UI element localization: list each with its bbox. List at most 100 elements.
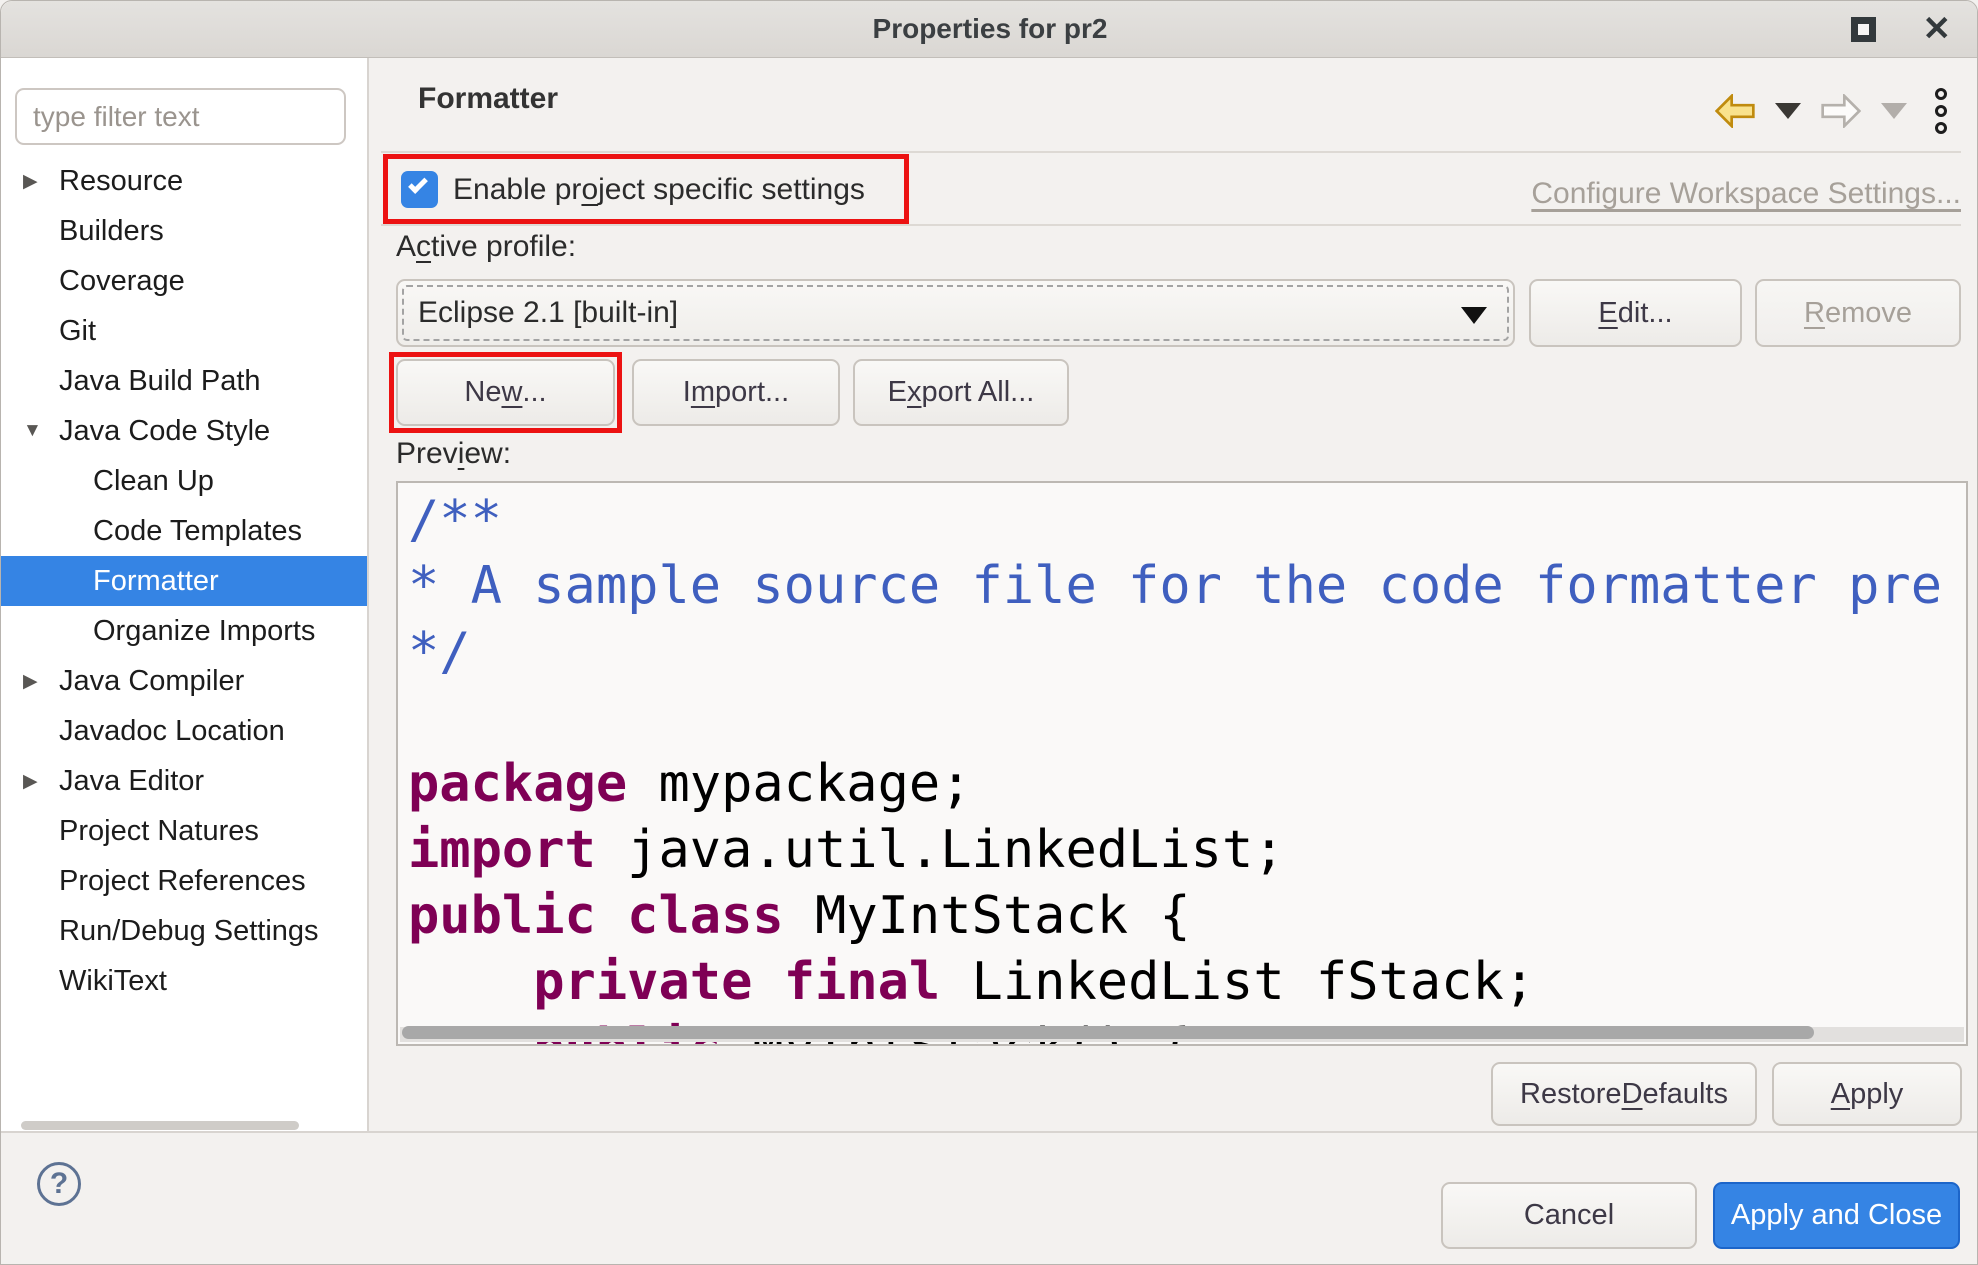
window-title: Properties for pr2 <box>1 13 1978 45</box>
filter-input[interactable] <box>15 88 346 145</box>
sidebar-item-label: Project References <box>59 865 306 898</box>
formatter-preview: /** * A sample source file for the code … <box>396 481 1968 1046</box>
code-token-keyword: package <box>408 754 627 814</box>
sidebar-item-java-build-path[interactable]: Java Build Path <box>1 356 367 406</box>
active-profile-label: Active profile: <box>396 230 576 264</box>
sidebar-item-coverage[interactable]: Coverage <box>1 256 367 306</box>
view-menu-icon[interactable] <box>1935 88 1947 134</box>
active-profile-value: Eclipse 2.1 [built-in] <box>418 296 678 330</box>
configure-workspace-settings-link[interactable]: Configure Workspace Settings... <box>1531 177 1961 211</box>
sidebar-item-resource[interactable]: ▶ Resource <box>1 156 367 206</box>
sidebar-item-label: Code Templates <box>93 515 302 548</box>
sidebar-item-java-code-style[interactable]: ▼ Java Code Style <box>1 406 367 456</box>
remove-button: Remove <box>1755 279 1961 347</box>
preview-horizontal-scrollbar-track[interactable] <box>400 1027 1964 1042</box>
sidebar-item-project-natures[interactable]: Project Natures <box>1 806 367 856</box>
code-token-keyword: import <box>408 820 596 880</box>
sidebar-item-label: Run/Debug Settings <box>59 915 319 948</box>
sidebar-item-label: Java Code Style <box>59 415 270 448</box>
titlebar: Properties for pr2 ✕ <box>1 1 1978 58</box>
sidebar-item-clean-up[interactable]: Clean Up <box>1 456 367 506</box>
sidebar-item-project-references[interactable]: Project References <box>1 856 367 906</box>
properties-dialog: Properties for pr2 ✕ ▶ Resource Builders Co… <box>0 0 1978 1265</box>
checkmark-icon <box>408 174 428 194</box>
new-button[interactable]: New... <box>396 359 615 426</box>
code-token-keyword: final <box>784 952 941 1012</box>
page-title: Formatter <box>418 82 558 116</box>
forward-history-dropdown-icon[interactable] <box>1881 103 1907 119</box>
restore-defaults-button[interactable]: Restore Defaults <box>1491 1062 1757 1126</box>
sidebar-item-label: Java Compiler <box>59 665 244 698</box>
chevron-collapsed-icon[interactable]: ▶ <box>23 670 38 693</box>
back-history-dropdown-icon[interactable] <box>1775 103 1801 119</box>
preview-horizontal-scrollbar-thumb[interactable] <box>402 1026 1814 1039</box>
export-all-button[interactable]: Export All... <box>853 359 1069 426</box>
enable-project-settings-row[interactable]: Enable project specific settings <box>401 171 865 208</box>
formatter-page: Formatter Enable project specific settin… <box>369 58 1978 1131</box>
active-profile-combo[interactable]: Eclipse 2.1 [built-in] <box>396 279 1515 347</box>
kebab-dot <box>1935 105 1947 117</box>
separator <box>381 224 1961 226</box>
dialog-button-bar: ? Cancel Apply and Close <box>1 1131 1978 1265</box>
sidebar-item-formatter[interactable]: Formatter <box>1 556 367 606</box>
combo-dropdown-icon <box>1461 307 1487 324</box>
sidebar-item-label: Formatter <box>93 565 219 598</box>
sidebar-item-java-compiler[interactable]: ▶ Java Compiler <box>1 656 367 706</box>
code-token-comment: */ <box>408 622 471 682</box>
sidebar-item-label: WikiText <box>59 965 167 998</box>
sidebar-item-javadoc-location[interactable]: Javadoc Location <box>1 706 367 756</box>
sidebar-item-git[interactable]: Git <box>1 306 367 356</box>
sidebar-item-label: Project Natures <box>59 815 259 848</box>
code-token-plain <box>408 952 533 1012</box>
sidebar-item-label: Javadoc Location <box>59 715 285 748</box>
code-token-plain: java.util.LinkedList; <box>596 820 1285 880</box>
sidebar-item-label: Clean Up <box>93 465 214 498</box>
sidebar-item-label: Builders <box>59 215 164 248</box>
back-arrow-icon[interactable] <box>1715 94 1755 128</box>
sidebar-item-label: Java Editor <box>59 765 204 798</box>
preview-label: Preview: <box>396 437 511 471</box>
enable-project-settings-label: Enable project specific settings <box>453 173 865 207</box>
forward-arrow-icon[interactable] <box>1821 94 1861 128</box>
sidebar-horizontal-scrollbar[interactable] <box>21 1121 299 1130</box>
enable-project-settings-checkbox[interactable] <box>401 171 438 208</box>
code-token-plain: LinkedList fStack; <box>940 952 1535 1012</box>
code-token-plain <box>596 886 627 946</box>
help-icon[interactable]: ? <box>37 1162 81 1206</box>
code-token-comment: * A sample source file for the code form… <box>408 556 1942 616</box>
code-token-keyword: public <box>408 886 596 946</box>
code-token-keyword: private <box>533 952 752 1012</box>
edit-button[interactable]: Edit... <box>1529 279 1742 347</box>
code-token-keyword: class <box>627 886 784 946</box>
cancel-button[interactable]: Cancel <box>1441 1182 1697 1249</box>
code-token-plain: MyIntStack { <box>784 886 1191 946</box>
sidebar-item-label: Java Build Path <box>59 365 261 398</box>
preferences-sidebar: ▶ Resource Builders Coverage Git Java Build P… <box>1 58 367 1131</box>
code-token-plain: mypackage; <box>627 754 971 814</box>
separator <box>381 151 1961 153</box>
sidebar-item-java-editor[interactable]: ▶ Java Editor <box>1 756 367 806</box>
sidebar-item-code-templates[interactable]: Code Templates <box>1 506 367 556</box>
code-token-plain <box>752 952 783 1012</box>
sidebar-item-label: Coverage <box>59 265 185 298</box>
close-icon[interactable]: ✕ <box>1923 9 1952 49</box>
sidebar-item-run-debug-settings[interactable]: Run/Debug Settings <box>1 906 367 956</box>
sidebar-item-organize-imports[interactable]: Organize Imports <box>1 606 367 656</box>
chevron-expanded-icon[interactable]: ▼ <box>23 420 42 442</box>
apply-and-close-button[interactable]: Apply and Close <box>1713 1182 1960 1249</box>
apply-button[interactable]: Apply <box>1772 1062 1962 1126</box>
sidebar-item-label: Resource <box>59 165 183 198</box>
preview-code: /** * A sample source file for the code … <box>408 487 1942 1046</box>
chevron-collapsed-icon[interactable]: ▶ <box>23 170 38 193</box>
code-token-comment: /** <box>408 490 502 550</box>
chevron-collapsed-icon[interactable]: ▶ <box>23 770 38 793</box>
sidebar-item-builders[interactable]: Builders <box>1 206 367 256</box>
sidebar-item-label: Organize Imports <box>93 615 315 648</box>
import-button[interactable]: Import... <box>632 359 840 426</box>
kebab-dot <box>1935 88 1947 100</box>
sidebar-item-label: Git <box>59 315 96 348</box>
preferences-tree: ▶ Resource Builders Coverage Git Java Build P… <box>1 156 367 1006</box>
sidebar-item-wikitext[interactable]: WikiText <box>1 956 367 1006</box>
kebab-dot <box>1935 122 1947 134</box>
maximize-icon[interactable] <box>1851 17 1876 42</box>
